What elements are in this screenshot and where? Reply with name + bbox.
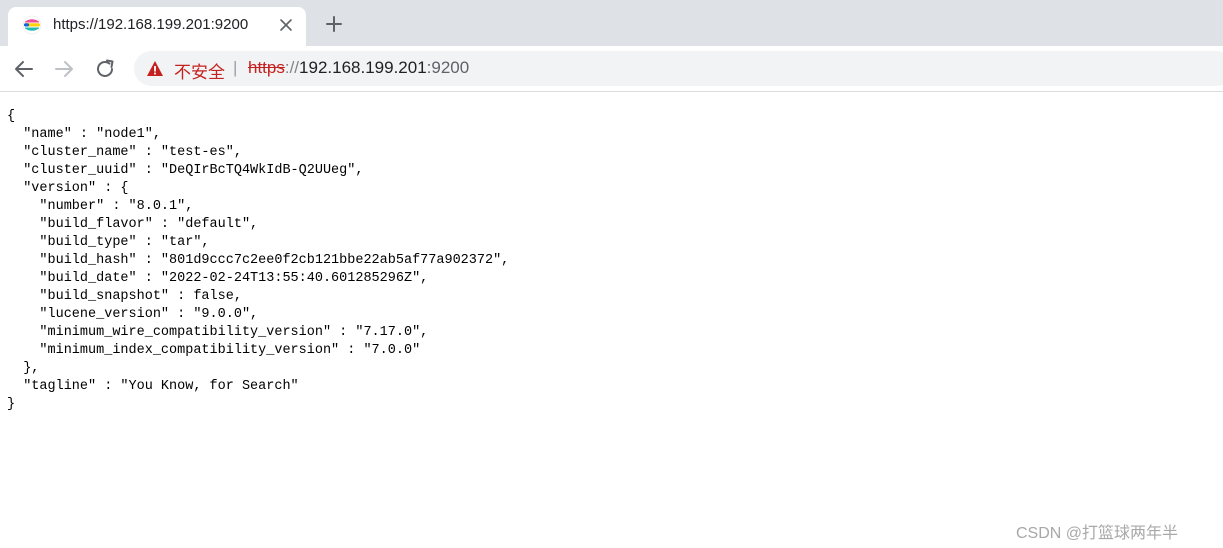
url-port: :9200 (426, 58, 470, 77)
reload-icon[interactable] (93, 57, 117, 81)
forward-arrow-icon[interactable] (52, 57, 76, 81)
security-status-label[interactable]: 不安全 (174, 58, 225, 83)
json-response-body: { "name" : "node1", "cluster_name" : "te… (7, 109, 510, 412)
url-scheme-separator: :// (284, 58, 300, 77)
elastic-logo-icon (22, 15, 42, 35)
warning-triangle-icon[interactable] (146, 60, 164, 77)
url-text[interactable]: https://192.168.199.201:9200 (248, 58, 469, 78)
browser-toolbar: 不安全 | https://192.168.199.201:9200 (0, 46, 1223, 92)
plus-icon[interactable] (324, 14, 344, 34)
back-arrow-icon[interactable] (12, 57, 36, 81)
browser-tab[interactable]: https://192.168.199.201:9200 (8, 7, 306, 46)
address-separator: | (233, 58, 238, 77)
url-scheme: https (248, 58, 285, 77)
tab-strip: https://192.168.199.201:9200 (0, 0, 1223, 46)
close-icon[interactable] (278, 17, 294, 33)
url-host: 192.168.199.201 (299, 58, 427, 77)
tab-title: https://192.168.199.201:9200 (53, 16, 249, 33)
watermark: CSDN @打篮球两年半 (1016, 525, 1179, 542)
address-bar[interactable]: 不安全 | https://192.168.199.201:9200 (134, 51, 1223, 86)
